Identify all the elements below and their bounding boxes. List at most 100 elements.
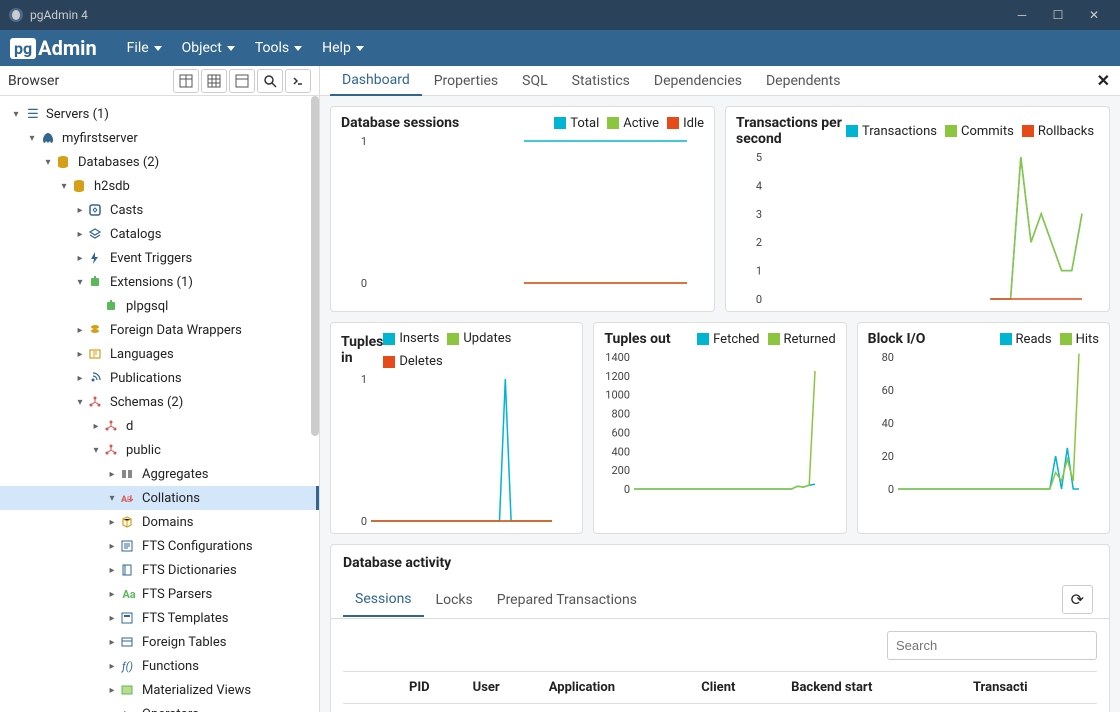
catalogs-icon (88, 227, 106, 241)
tin-title: Tuples in (341, 334, 383, 366)
tree-extensions[interactable]: ▾Extensions (1) (0, 270, 319, 294)
col-backend-start[interactable]: Backend start (785, 672, 967, 704)
tree-schema-d[interactable]: ▸d (0, 414, 319, 438)
tree-fts-templates[interactable]: ▸FTS Templates (0, 606, 319, 630)
brand: pg Admin (10, 36, 97, 60)
tree-schema-public[interactable]: ▾public (0, 438, 319, 462)
brand-box: pg (10, 38, 36, 59)
sessions-title: Database sessions (341, 115, 554, 131)
tin-chart: 01 (341, 375, 572, 525)
function-icon: ƒ() (120, 659, 138, 673)
tree-fts-parsers[interactable]: ▸AaFTS Parsers (0, 582, 319, 606)
tree-fts-dict[interactable]: ▸FTS Dictionaries (0, 558, 319, 582)
menu-object[interactable]: Object (172, 32, 245, 64)
activity-table: PID User Application Client Backend star… (343, 671, 1097, 704)
tout-legend: Fetched Returned (697, 332, 836, 347)
menubar: pg Admin File Object Tools Help (0, 30, 1120, 66)
database-icon (72, 179, 90, 193)
tool-table-icon[interactable] (173, 69, 199, 93)
tab-properties[interactable]: Properties (422, 66, 510, 96)
tps-legend: Transactions Commits Rollbacks (846, 124, 1094, 139)
tree-servers[interactable]: ▾☰Servers (1) (0, 102, 319, 126)
svg-text:600: 600 (612, 426, 631, 439)
tool-grid-icon[interactable] (201, 69, 227, 93)
menu-tools[interactable]: Tools (245, 32, 312, 64)
tree-myfirstserver[interactable]: ▾myfirstserver (0, 126, 319, 150)
tree-foreign-tables[interactable]: ▸Foreign Tables (0, 630, 319, 654)
menu-file[interactable]: File (117, 32, 172, 64)
tree-mat-views[interactable]: ▸Materialized Views (0, 678, 319, 702)
tps-chart: 012345 (736, 153, 1099, 303)
bio-legend: Reads Hits (1000, 332, 1099, 347)
content-tabs: Dashboard Properties SQL Statistics Depe… (320, 66, 1120, 96)
tree-databases[interactable]: ▾Databases (2) (0, 150, 319, 174)
close-panel-icon[interactable]: ✕ (1097, 71, 1110, 90)
object-tree[interactable]: ▾☰Servers (1) ▾myfirstserver ▾Databases … (0, 96, 319, 712)
extension-icon (104, 299, 122, 313)
fts-template-icon (120, 611, 138, 625)
operator-icon: +− (120, 707, 138, 712)
svg-text:80: 80 (881, 353, 893, 364)
database-icon (56, 155, 74, 169)
tree-event-triggers[interactable]: ▸Event Triggers (0, 246, 319, 270)
tree-schemas[interactable]: ▾Schemas (2) (0, 390, 319, 414)
activity-tab-prepared[interactable]: Prepared Transactions (485, 584, 649, 616)
tree-scrollbar[interactable] (311, 96, 319, 712)
tab-dependents[interactable]: Dependents (754, 66, 852, 96)
tree-fts-config[interactable]: ▸FTS Configurations (0, 534, 319, 558)
col-client[interactable]: Client (695, 672, 785, 704)
tab-sql[interactable]: SQL (510, 66, 559, 96)
close-button[interactable]: ✕ (1076, 0, 1112, 30)
tab-dashboard[interactable]: Dashboard (330, 66, 422, 96)
col-transaction[interactable]: Transacti (967, 672, 1097, 704)
svg-text:3: 3 (756, 208, 762, 221)
tree-publications[interactable]: ▸Publications (0, 366, 319, 390)
tree-aggregates[interactable]: ▸Aggregates (0, 462, 319, 486)
tout-chart: 0200400600800100012001400 (604, 353, 835, 493)
tool-search-icon[interactable] (257, 69, 283, 93)
tool-terminal-icon[interactable] (285, 69, 311, 93)
maximize-button[interactable]: ☐ (1040, 0, 1076, 30)
database-activity: Database activity Sessions Locks Prepare… (330, 544, 1110, 712)
refresh-button[interactable]: ⟳ (1062, 585, 1093, 614)
tree-operators[interactable]: ▸+−Operators (0, 702, 319, 712)
tps-title: Transactions per second (736, 115, 846, 147)
minimize-button[interactable]: ─ (1004, 0, 1040, 30)
tab-dependencies[interactable]: Dependencies (642, 66, 754, 96)
server-group-icon: ☰ (24, 107, 42, 122)
window-title: pgAdmin 4 (30, 8, 88, 22)
tree-h2sdb[interactable]: ▾h2sdb (0, 174, 319, 198)
tree-languages[interactable]: ▸Languages (0, 342, 319, 366)
brand-text: Admin (38, 36, 97, 60)
tree-casts[interactable]: ▸Casts (0, 198, 319, 222)
svg-text:200: 200 (612, 464, 631, 477)
elephant-icon (40, 130, 58, 146)
domain-icon (120, 515, 138, 529)
svg-text:0: 0 (361, 515, 367, 525)
browser-title: Browser (8, 73, 171, 89)
svg-text:2: 2 (756, 236, 762, 249)
tree-domains[interactable]: ▸Domains (0, 510, 319, 534)
activity-search-input[interactable] (887, 631, 1097, 660)
chevron-down-icon (294, 46, 302, 51)
aggregate-icon (120, 467, 138, 481)
tool-filter-icon[interactable] (229, 69, 255, 93)
tree-functions[interactable]: ▸ƒ()Functions (0, 654, 319, 678)
app-logo-icon (8, 7, 24, 23)
tree-catalogs[interactable]: ▸Catalogs (0, 222, 319, 246)
tree-plpgsql[interactable]: plpgsql (0, 294, 319, 318)
tab-statistics[interactable]: Statistics (560, 66, 642, 96)
chevron-down-icon (356, 46, 364, 51)
activity-tab-locks[interactable]: Locks (424, 584, 485, 616)
col-pid[interactable]: PID (403, 672, 467, 704)
col-user[interactable]: User (467, 672, 543, 704)
tree-fdw[interactable]: ▸Foreign Data Wrappers (0, 318, 319, 342)
svg-text:0: 0 (887, 483, 893, 493)
tree-collations[interactable]: ▾ABCollations (0, 486, 319, 510)
svg-text:ƒ(): ƒ() (121, 660, 133, 673)
menu-help[interactable]: Help (312, 32, 374, 64)
activity-tab-sessions[interactable]: Sessions (343, 583, 424, 617)
svg-text:1000: 1000 (606, 389, 631, 402)
col-application[interactable]: Application (543, 672, 696, 704)
titlebar: pgAdmin 4 ─ ☐ ✕ (0, 0, 1120, 30)
